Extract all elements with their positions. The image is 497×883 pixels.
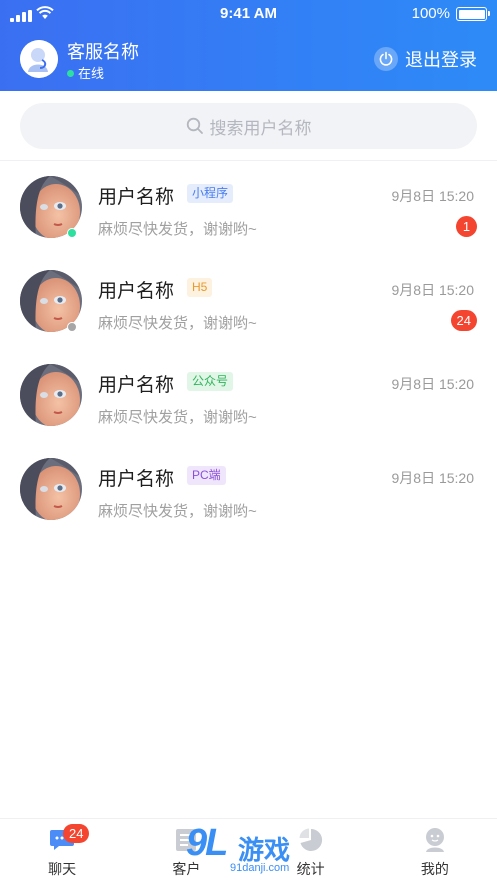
user-avatar[interactable] [20, 364, 82, 426]
logout-button[interactable]: 退出登录 [374, 45, 477, 73]
conversation-list: 用户名称 小程序 9月8日 15:20 麻烦尽快发货，谢谢哟~ 1 用户名称 H… [0, 162, 497, 538]
user-avatar[interactable] [20, 458, 82, 520]
battery-percent: 100% [411, 5, 450, 22]
user-name: 用户名称 [98, 187, 175, 208]
agent-status: 在线 [67, 63, 104, 82]
user-avatar[interactable] [20, 176, 82, 238]
presence-dot-icon [67, 322, 77, 332]
user-name: 用户名称 [98, 469, 175, 490]
app-header: 9:41 AM 100% 客服名称 在线 退出登录 [0, 0, 497, 91]
tab-stats-label: 统计 [296, 861, 325, 877]
user-name: 用户名称 [98, 281, 175, 302]
power-icon [374, 47, 398, 71]
agent-name: 客服名称 [67, 42, 139, 62]
conversation-item[interactable]: 用户名称 小程序 9月8日 15:20 麻烦尽快发货，谢谢哟~ 1 [0, 162, 497, 256]
tab-chat-label: 聊天 [48, 861, 77, 877]
channel-tag: H5 [187, 278, 213, 297]
search-input[interactable]: 搜索用户名称 [20, 103, 477, 149]
agent-avatar[interactable] [20, 40, 58, 78]
last-message: 麻烦尽快发货，谢谢哟~ [98, 221, 257, 238]
battery-icon [456, 7, 490, 21]
tab-stats[interactable]: 统计 [249, 819, 373, 883]
conversation-item[interactable]: 用户名称 公众号 9月8日 15:20 麻烦尽快发货，谢谢哟~ [0, 350, 497, 444]
tab-bar: 24 聊天 客户 统计 我的 [0, 818, 497, 883]
tab-customer-label: 客户 [172, 861, 201, 877]
profile-icon [422, 827, 448, 853]
agent-status-label: 在线 [78, 66, 105, 81]
stats-icon [298, 827, 324, 853]
tab-profile-label: 我的 [420, 861, 449, 877]
last-message: 麻烦尽快发货，谢谢哟~ [98, 503, 257, 520]
customer-icon [173, 827, 199, 853]
search-icon [186, 117, 203, 134]
channel-tag: 小程序 [187, 184, 234, 203]
channel-tag: 公众号 [187, 372, 234, 391]
message-time: 9月8日 15:20 [391, 470, 475, 486]
status-bar: 9:41 AM 100% [0, 0, 497, 28]
last-message: 麻烦尽快发货，谢谢哟~ [98, 315, 257, 332]
tab-chat[interactable]: 24 聊天 [0, 819, 124, 883]
presence-dot-icon [67, 228, 77, 238]
tab-customer[interactable]: 客户 [124, 819, 248, 883]
unread-badge: 24 [450, 310, 477, 331]
tab-profile[interactable]: 我的 [373, 819, 497, 883]
logout-label: 退出登录 [405, 50, 477, 70]
last-message: 麻烦尽快发货，谢谢哟~ [98, 409, 257, 426]
channel-tag: PC端 [187, 466, 226, 485]
conversation-item[interactable]: 用户名称 PC端 9月8日 15:20 麻烦尽快发货，谢谢哟~ [0, 444, 497, 538]
user-name: 用户名称 [98, 375, 175, 396]
search-bar: 搜索用户名称 [0, 91, 497, 161]
online-dot-icon [67, 70, 74, 77]
conversation-item[interactable]: 用户名称 H5 9月8日 15:20 麻烦尽快发货，谢谢哟~ 24 [0, 256, 497, 350]
user-avatar[interactable] [20, 270, 82, 332]
message-time: 9月8日 15:20 [391, 188, 475, 204]
unread-badge: 1 [456, 216, 477, 237]
chat-unread-badge: 24 [63, 824, 90, 843]
message-time: 9月8日 15:20 [391, 282, 475, 298]
message-time: 9月8日 15:20 [391, 376, 475, 392]
search-placeholder: 搜索用户名称 [209, 118, 312, 138]
